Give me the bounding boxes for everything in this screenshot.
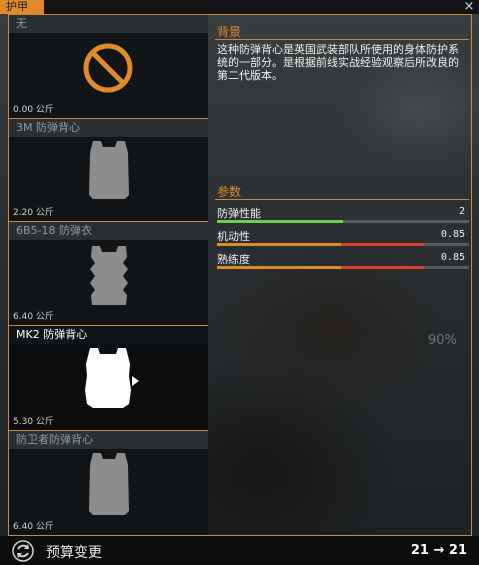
armor-item-weight: 6.40 公斤 [13, 522, 54, 532]
armor-item-name: 3M 防弹背心 [9, 119, 208, 137]
armor-item-none[interactable]: 无 0.00 公斤 [9, 15, 208, 119]
budget-value: 21 → 21 [410, 543, 467, 558]
stat-value: 0.85 [440, 252, 465, 263]
armor-item-3m[interactable]: 3M 防弹背心 2.20 公斤 [9, 119, 208, 222]
title-bar: 护甲 × [0, 0, 479, 14]
armor-item-6b5[interactable]: 6B5-18 防弹衣 6.40 公斤 [9, 222, 208, 326]
close-button[interactable]: × [463, 0, 475, 14]
armor-item-weight: 0.00 公斤 [13, 105, 54, 115]
stat-value: 2 [458, 206, 465, 217]
background-heading: 背景 [217, 25, 242, 39]
stat-label: 熟练度 [217, 253, 250, 266]
armor-item-name: 防卫者防弹背心 [9, 431, 208, 449]
budget-change-label: 预算变更 [46, 545, 102, 561]
divider [215, 199, 469, 200]
stat-bar-armor [217, 220, 469, 223]
params-heading: 参数 [217, 185, 242, 199]
stat-bar-proficiency [217, 266, 469, 269]
overlay-percent: 90% [428, 333, 457, 348]
armor-item-name: MK2 防弹背心 [9, 326, 208, 344]
armor-item-defender[interactable]: 防卫者防弹背心 6.40 公斤 [9, 431, 208, 535]
none-icon [81, 41, 135, 95]
divider [215, 39, 469, 40]
background-description: 这种防弹背心是英国武装部队所使用的身体防护系统的一部分。是根据前线实战经验观察后… [217, 43, 459, 82]
armor-item-weight: 6.40 公斤 [13, 312, 54, 322]
stat-label: 防弹性能 [217, 207, 261, 220]
vest-icon [85, 451, 133, 517]
armor-item-mk2[interactable]: MK2 防弹背心 5.30 公斤 [9, 326, 208, 431]
armor-item-name: 无 [9, 15, 208, 33]
armor-item-weight: 2.20 公斤 [13, 208, 54, 218]
stat-bar-mobility [217, 243, 469, 246]
armor-item-name: 6B5-18 防弹衣 [9, 222, 208, 240]
vest-icon [83, 346, 141, 410]
armor-vest-icon [85, 243, 133, 309]
budget-refresh-icon [12, 540, 34, 562]
stat-label: 机动性 [217, 230, 250, 243]
stat-value: 0.85 [440, 229, 465, 240]
footer-bar: 预算变更 21 → 21 [0, 536, 479, 565]
armor-list: 无 0.00 公斤 3M 防弹背心 2.20 公斤 6B5-18 防弹衣 6.4… [9, 15, 208, 535]
details-panel: 背景 这种防弹背心是英国武装部队所使用的身体防护系统的一部分。是根据前线实战经验… [209, 15, 471, 535]
window-title: 护甲 [0, 0, 44, 14]
vest-icon [85, 139, 133, 201]
armor-item-weight: 5.30 公斤 [13, 417, 54, 427]
